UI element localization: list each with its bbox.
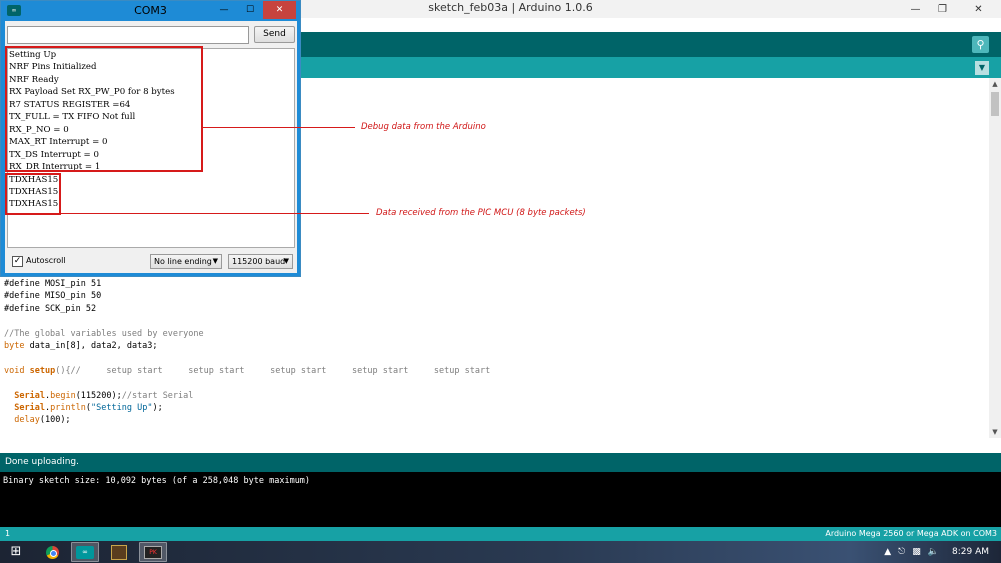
mplab-icon [111, 544, 127, 560]
code-line[interactable]: #define SCK_pin 52 [4, 303, 96, 315]
debug-annotation: Debug data from the Arduino [361, 122, 486, 132]
desktop: sketch_feb03a | Arduino 1.0.6 — ❐ ✕ ⚲ ▼ … [0, 0, 1001, 563]
arduino-icon: ∞ [76, 545, 94, 559]
usb-icon[interactable]: ⎋ [898, 547, 905, 557]
code-token: begin [50, 390, 76, 401]
tab-menu-button[interactable]: ▼ [975, 61, 989, 75]
code-token: Serial [14, 403, 45, 413]
status-message: Done uploading. [5, 457, 79, 467]
system-tray: ▲ ⎋ ▩ 🔈 8:29 AM [884, 541, 1001, 563]
serial-monitor-footer: ✓ Autoscroll No line ending ▼ 115200 bau… [5, 250, 297, 273]
code-token: setup [29, 365, 56, 376]
chevron-down-icon: ▼ [978, 63, 986, 72]
line-ending-select[interactable]: No line ending ▼ [150, 254, 222, 269]
minimize-icon[interactable]: — [211, 1, 237, 19]
serial-monitor-titlebar: ∞ COM3 — ☐ ✕ [1, 1, 300, 21]
code-token: println [50, 403, 86, 413]
code-token: data_in[8], data2, data3; [24, 341, 158, 351]
line-number: 1 [5, 529, 11, 538]
tray-expand-icon[interactable]: ▲ [884, 547, 891, 557]
code-line[interactable]: Serial.println("Setting Up"); [4, 402, 163, 414]
code-line[interactable]: #define MOSI_pin 51 [4, 278, 101, 290]
close-icon[interactable]: ✕ [956, 0, 1001, 18]
magnifier-icon: ⚲ [976, 38, 985, 51]
baud-rate-value: 115200 baud [232, 257, 286, 266]
code-token: "Setting Up" [91, 403, 153, 413]
pickit-icon: PK [144, 545, 162, 559]
debug-data-highlight [5, 46, 203, 172]
send-button[interactable]: Send [254, 26, 295, 43]
editor-divider[interactable] [0, 438, 1001, 453]
pic-annotation: Data received from the PIC MCU (8 byte p… [376, 208, 586, 218]
code-line[interactable]: Serial.begin(115200);//start Serial [4, 390, 193, 402]
code-line[interactable]: delay(100); [4, 414, 71, 426]
taskbar-pickit[interactable]: PK [139, 542, 167, 562]
code-line[interactable]: byte data_in[8], data2, data3; [4, 340, 158, 352]
editor-scrollbar[interactable]: ▲ ▼ [989, 78, 1001, 438]
code-token: ); [152, 403, 163, 413]
baud-rate-select[interactable]: 115200 baud ▼ [228, 254, 293, 269]
line-ending-value: No line ending [154, 257, 212, 266]
console-output: Binary sketch size: 10,092 bytes (of a 2… [0, 472, 1001, 527]
code-token: //start Serial [121, 390, 194, 401]
close-icon[interactable]: ✕ [263, 1, 296, 19]
taskbar-chrome[interactable] [38, 542, 66, 562]
taskbar-mplab[interactable] [105, 542, 133, 562]
autoscroll-label: Autoscroll [26, 256, 66, 265]
scroll-thumb[interactable] [991, 92, 999, 116]
code-line[interactable]: void setup(){// setup start setup start … [4, 365, 490, 377]
clock[interactable]: 8:29 AM [952, 547, 989, 557]
code-token: #define MOSI_pin 51 [4, 279, 102, 289]
code-line[interactable]: //The global variables used by everyone [4, 328, 204, 340]
code-token: #define MISO_pin 50 [4, 291, 102, 302]
minimize-icon[interactable]: — [902, 0, 929, 18]
autoscroll-checkbox[interactable]: ✓ [12, 256, 23, 267]
scroll-up-icon[interactable]: ▲ [989, 78, 1001, 90]
chevron-down-icon: ▼ [212, 257, 218, 265]
network-icon[interactable]: ▩ [912, 547, 921, 557]
maximize-icon[interactable]: ☐ [237, 1, 263, 19]
code-token: #define SCK_pin 52 [4, 303, 97, 314]
chevron-down-icon: ▼ [283, 257, 289, 265]
debug-arrow-line [203, 127, 355, 128]
taskbar-arduino[interactable]: ∞ [71, 542, 99, 562]
code-token: void [4, 365, 25, 376]
code-line[interactable]: #define MISO_pin 50 [4, 290, 101, 302]
pic-arrow-line [61, 213, 369, 214]
serial-input[interactable] [7, 26, 249, 44]
console-text: Binary sketch size: 10,092 bytes (of a 2… [3, 476, 311, 486]
scroll-down-icon[interactable]: ▼ [989, 426, 1001, 438]
status-bar: Done uploading. [0, 453, 1001, 472]
code-token: byte [4, 341, 25, 351]
code-token: (115200); [75, 390, 122, 401]
board-info: Arduino Mega 2560 or Mega ADK on COM3 [825, 529, 997, 538]
code-token: delay [14, 415, 40, 426]
footer-bar: 1 Arduino Mega 2560 or Mega ADK on COM3 [0, 527, 1001, 541]
volume-icon[interactable]: 🔈 [928, 547, 939, 557]
pic-data-highlight [5, 173, 61, 215]
code-token: (){// setup start setup start setup star… [55, 365, 491, 376]
code-token: //The global variables used by everyone [4, 328, 204, 339]
taskbar: ⊞ ∞ PK ▲ ⎋ ▩ 🔈 8:29 AM [0, 541, 1001, 563]
restore-icon[interactable]: ❐ [929, 0, 956, 18]
code-token: (100); [39, 415, 71, 426]
code-token: Serial [14, 390, 45, 401]
windows-start-icon[interactable]: ⊞ [8, 544, 24, 560]
serial-monitor-controls: — ☐ ✕ [211, 1, 296, 19]
main-window-controls: — ❐ ✕ [902, 0, 1001, 18]
serial-monitor-button[interactable]: ⚲ [972, 36, 989, 53]
chrome-icon [45, 545, 59, 559]
